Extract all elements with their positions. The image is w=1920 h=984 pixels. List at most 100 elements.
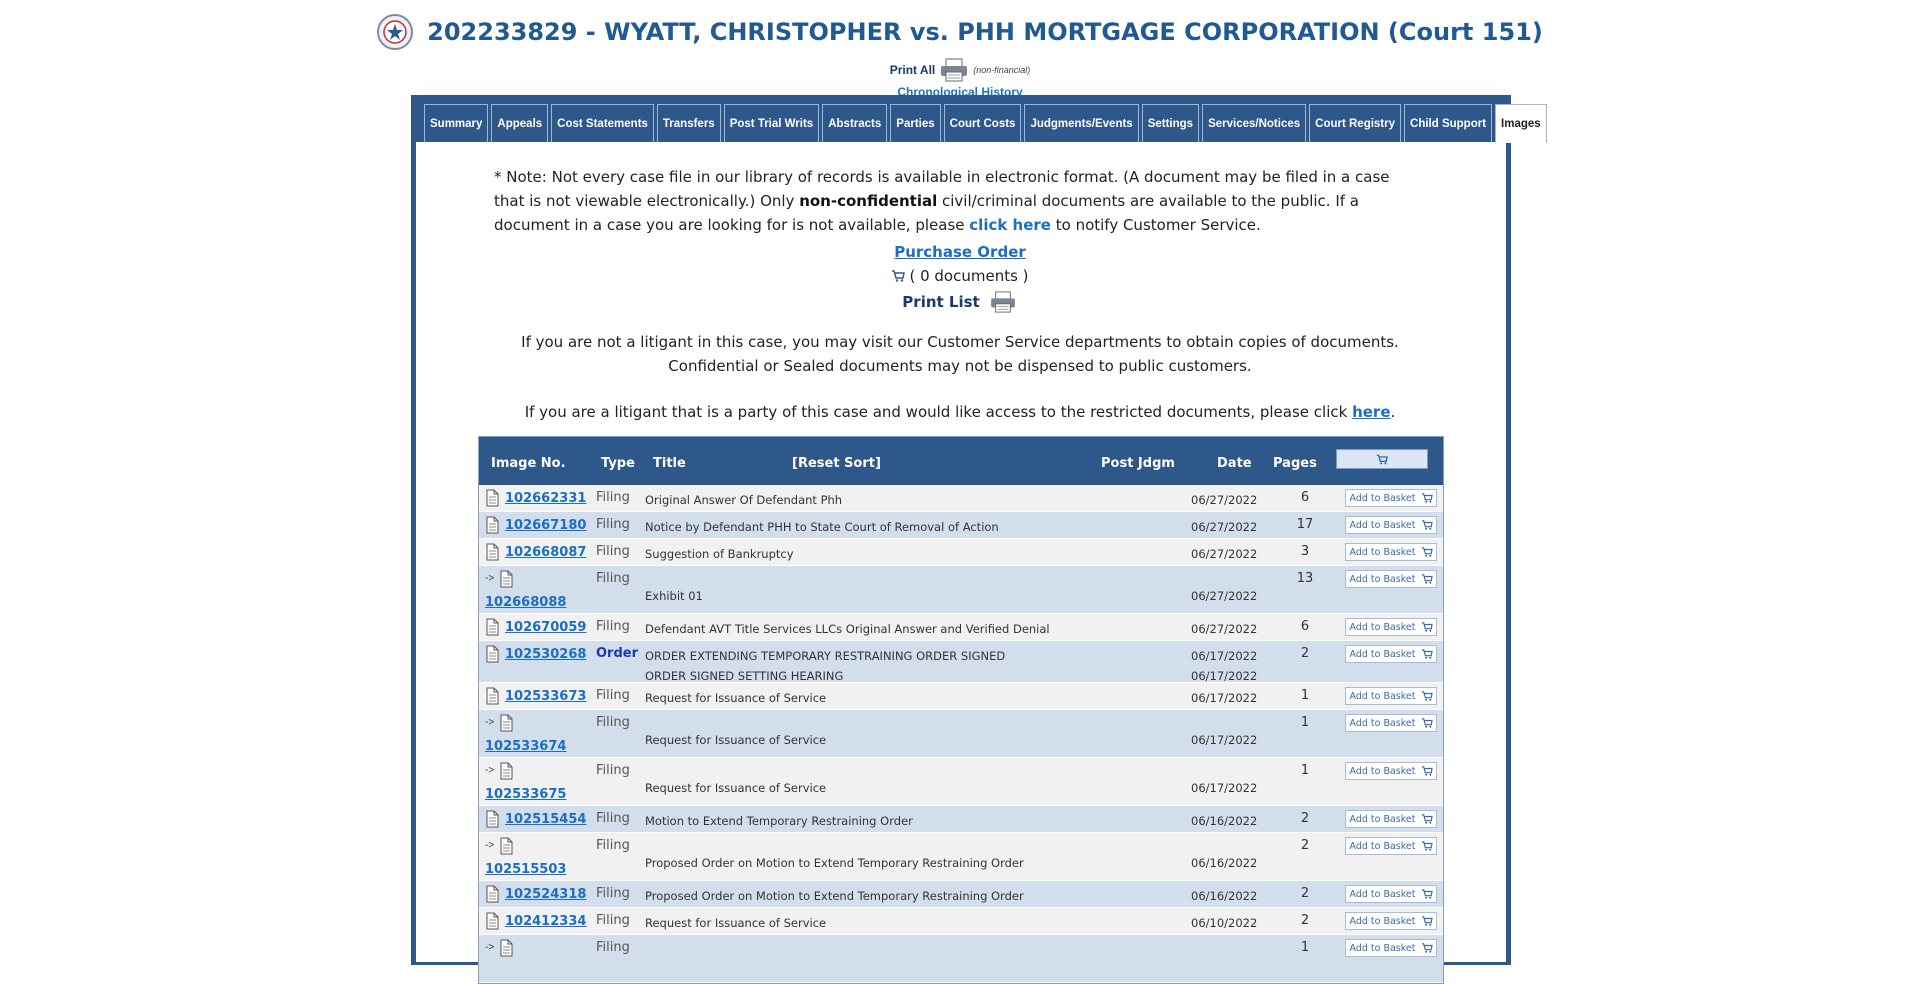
document-icon[interactable] [499,714,513,732]
image-number-link[interactable]: 102670059 [505,620,586,635]
document-title: Defendant AVT Title Services LLCs Origin… [645,622,1050,636]
cart-icon [1421,889,1433,899]
tab-services-notices[interactable]: Services/Notices [1202,104,1307,142]
table-row: 102533673 Filing Request for Issuance of S… [479,683,1443,710]
tab-court-costs[interactable]: Court Costs [943,104,1022,142]
page-count: 1 [1300,763,1310,778]
printer-icon [941,58,968,82]
notify-customer-service-link[interactable]: click here [969,216,1051,234]
tab-appeals[interactable]: Appeals [491,104,549,142]
document-title: Proposed Order on Motion to Extend Tempo… [645,889,1024,903]
add-to-basket-button[interactable]: Add to Basket [1345,762,1437,780]
document-icon[interactable] [499,837,513,855]
electronic-records-notice: * Note: Not every case file in our libra… [494,165,1424,237]
add-to-basket-button[interactable]: Add to Basket [1345,570,1437,588]
document-date: 06/27/2022 [1191,622,1258,636]
document-icon[interactable] [485,645,499,663]
table-row: 102667180 Filing Notice by Defendant PHH t… [479,512,1443,539]
add-to-basket-button[interactable]: Add to Basket [1345,837,1437,855]
add-to-basket-button[interactable]: Add to Basket [1345,912,1437,930]
image-number-link[interactable]: 102533675 [485,787,566,802]
document-icon[interactable] [485,912,499,930]
document-icon[interactable] [485,618,499,636]
document-icon[interactable] [485,543,499,561]
tab-cost-statements[interactable]: Cost Statements [551,104,654,142]
add-entire-case-button[interactable]: Add Entire Case [1336,449,1428,480]
document-icon[interactable] [485,885,499,903]
image-number-link[interactable]: 102515454 [505,812,586,827]
document-icon[interactable] [485,810,499,828]
non-litigant-info: If you are not a litigant in this case, … [521,333,1399,375]
document-date: 06/17/2022 [1191,781,1258,795]
image-number-link[interactable]: 102524318 [505,887,586,902]
col-pages[interactable]: Pages [1273,456,1317,471]
add-to-basket-button[interactable]: Add to Basket [1345,687,1437,705]
image-number-link[interactable]: 102533674 [485,739,566,754]
image-number-link[interactable]: 102668087 [505,545,586,560]
document-type: Filing [596,571,630,586]
printer-icon [990,291,1015,313]
tab-court-registry[interactable]: Court Registry [1309,104,1402,142]
document-icon[interactable] [499,762,513,780]
print-list-link[interactable]: Print List [0,291,1920,313]
tab-judgments-events[interactable]: Judgments/Events [1024,104,1139,142]
image-number-link[interactable]: 102668088 [485,595,566,610]
purchase-order-link[interactable]: Purchase Order [0,243,1920,261]
document-icon[interactable] [485,489,499,507]
tab-parties[interactable]: Parties [890,104,941,142]
add-to-basket-label: Add to Basket [1349,492,1416,504]
restricted-access-link[interactable]: here [1352,403,1390,421]
image-number-link[interactable]: 102412334 [505,914,586,929]
table-row: -> Filing 1 Add to Basket [479,935,1443,983]
tab-settings[interactable]: Settings [1141,104,1200,142]
document-icon[interactable] [499,939,513,957]
tab-abstracts[interactable]: Abstracts [822,104,888,142]
document-title: Suggestion of Bankruptcy [645,547,794,561]
add-to-basket-label: Add to Basket [1349,621,1416,633]
child-arrow-icon: -> [485,717,495,728]
document-title: Original Answer Of Defendant Phh [645,493,843,507]
cart-icon [1421,841,1433,851]
child-arrow-icon: -> [485,765,495,776]
tab-images[interactable]: Images [1495,104,1547,143]
page-count: 1 [1300,688,1310,703]
col-post-jdgm[interactable]: Post Jdgm [1101,456,1175,471]
table-row: -> 102515503 Filing Proposed Order on Motio… [479,833,1443,881]
col-type[interactable]: Type [601,456,635,471]
document-date: 06/27/2022 [1191,547,1258,561]
add-to-basket-button[interactable]: Add to Basket [1345,645,1437,663]
cart-icon [1421,574,1433,584]
tab-child-support[interactable]: Child Support [1404,104,1493,142]
add-to-basket-button[interactable]: Add to Basket [1345,489,1437,507]
image-number-link[interactable]: 102515503 [485,862,566,877]
image-number-link[interactable]: 102667180 [505,518,586,533]
tab-summary[interactable]: Summary [424,104,489,142]
document-icon[interactable] [485,516,499,534]
add-to-basket-button[interactable]: Add to Basket [1345,516,1437,534]
col-title[interactable]: Title [653,456,686,471]
add-to-basket-label: Add to Basket [1349,546,1416,558]
document-icon[interactable] [499,570,513,588]
document-icon[interactable] [485,687,499,705]
image-number-link[interactable]: 102530268 [505,647,586,662]
add-to-basket-button[interactable]: Add to Basket [1345,543,1437,561]
table-row: 102524318 Filing Proposed Order on Motion … [479,881,1443,908]
image-number-link[interactable]: 102662331 [505,491,586,506]
add-to-basket-button[interactable]: Add to Basket [1345,714,1437,732]
non-financial-note: (non-financial) [973,65,1031,75]
document-type: Filing [596,517,630,532]
add-to-basket-button[interactable]: Add to Basket [1345,618,1437,636]
col-image-no[interactable]: Image No. [491,456,566,471]
add-to-basket-button[interactable]: Add to Basket [1345,885,1437,903]
reset-sort-link[interactable]: [Reset Sort] [792,456,881,471]
add-entire-case-label: Add Entire Case [1344,469,1420,480]
add-to-basket-button[interactable]: Add to Basket [1345,939,1437,957]
image-number-link[interactable]: 102533673 [505,689,586,704]
tab-post-trial-writs[interactable]: Post Trial Writs [723,104,820,142]
add-to-basket-button[interactable]: Add to Basket [1345,810,1437,828]
document-date: 06/17/2022 [1191,649,1258,663]
col-date[interactable]: Date [1217,456,1252,471]
print-all-link[interactable]: Print All (non-financial) [0,58,1920,82]
tab-transfers[interactable]: Transfers [656,104,721,142]
add-to-basket-label: Add to Basket [1349,690,1416,702]
